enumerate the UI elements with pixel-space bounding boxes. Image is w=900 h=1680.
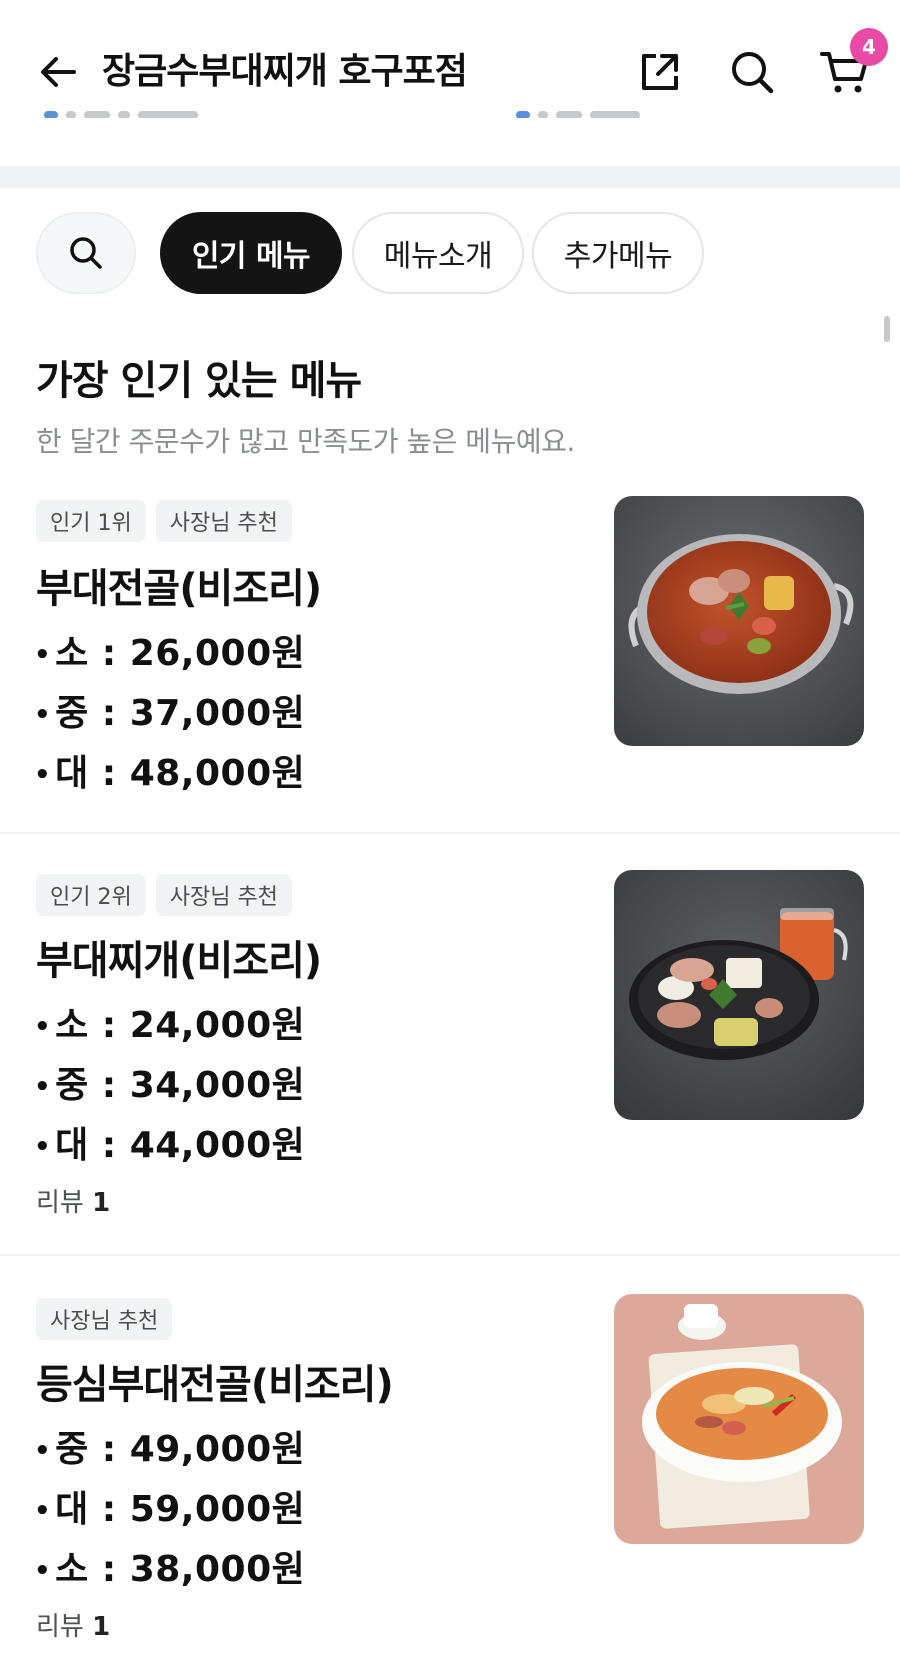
- back-button[interactable]: [30, 44, 86, 100]
- menu-item[interactable]: 인기 2위 사장님 추천 부대찌개(비조리) • 소 : 24,000원 • 중 :…: [0, 870, 900, 1250]
- section-divider: [0, 166, 900, 188]
- top-app-bar: 장금수부대찌개 호구포점 4: [0, 0, 900, 120]
- menu-item-name: 부대찌개(비조리): [36, 938, 322, 984]
- price-line: • 소 : 26,000원: [34, 624, 305, 676]
- tab-menu-intro[interactable]: 메뉴소개: [352, 212, 524, 294]
- search-icon: [732, 52, 774, 94]
- list-divider: [0, 832, 900, 834]
- price-line: • 소 : 38,000원: [34, 1540, 305, 1592]
- price-text: 소 : 26,000원: [55, 633, 306, 674]
- store-title: 장금수부대찌개 호구포점: [102, 51, 468, 92]
- search-icon: [70, 237, 102, 269]
- bullet-icon: •: [34, 760, 52, 790]
- owner-pick-badge: 사장님 추천: [155, 500, 292, 542]
- price-line: • 중 : 37,000원: [34, 684, 305, 736]
- section-subtitle: 한 달간 주문수가 많고 만족도가 높은 메뉴예요.: [36, 425, 575, 458]
- price-text: 대 : 44,000원: [55, 1125, 306, 1166]
- menu-item-photo[interactable]: [614, 1294, 864, 1544]
- price-text: 대 : 48,000원: [55, 753, 306, 794]
- tag-list: 인기 2위 사장님 추천: [36, 874, 292, 916]
- rank-badge: 인기 2위: [36, 874, 146, 916]
- menu-item-photo[interactable]: [614, 870, 864, 1120]
- price-text: 중 : 37,000원: [55, 693, 306, 734]
- sirloin-hot-pot-photo-icon: [614, 1294, 864, 1544]
- list-divider: [0, 1254, 900, 1256]
- review-number: 1: [92, 1188, 111, 1218]
- price-line: • 대 : 48,000원: [34, 744, 305, 796]
- owner-pick-badge: 사장님 추천: [155, 874, 292, 916]
- bullet-icon: •: [34, 1496, 52, 1526]
- bullet-icon: •: [34, 1012, 52, 1042]
- bullet-icon: •: [34, 700, 52, 730]
- bullet-icon: •: [34, 1556, 52, 1586]
- menu-item[interactable]: 인기 1위 사장님 추천 부대전골(비조리) • 소 : 26,000원 • 중 :…: [0, 496, 900, 830]
- menu-item-name: 등심부대전골(비조리): [36, 1362, 394, 1408]
- menu-item[interactable]: 사장님 추천 등심부대전골(비조리) • 중 : 49,000원 • 대 : 59,…: [0, 1294, 900, 1674]
- arrow-left-icon: [41, 57, 76, 87]
- price-text: 중 : 49,000원: [55, 1429, 306, 1470]
- menu-search-button[interactable]: [36, 212, 136, 294]
- tab-extra-menu[interactable]: 추가메뉴: [532, 212, 704, 294]
- stew-pan-photo-icon: [614, 870, 864, 1120]
- price-text: 소 : 24,000원: [55, 1005, 306, 1046]
- price-line: • 중 : 49,000원: [34, 1420, 305, 1472]
- review-count[interactable]: 리뷰 1: [36, 1182, 110, 1219]
- tag-list: 사장님 추천: [36, 1298, 173, 1340]
- tag-list: 인기 1위 사장님 추천: [36, 500, 292, 542]
- price-line: • 대 : 59,000원: [34, 1480, 305, 1532]
- search-button[interactable]: [724, 44, 780, 100]
- review-number: 1: [92, 1612, 111, 1642]
- owner-pick-badge: 사장님 추천: [36, 1298, 173, 1340]
- bullet-icon: •: [34, 1132, 52, 1162]
- scrollbar[interactable]: [884, 316, 890, 342]
- store-menu-screen: 장금수부대찌개 호구포점 4 인기 메뉴 메뉴소개 추가메뉴 가장 인기 있는 …: [0, 0, 900, 1680]
- hot-pot-photo-icon: [614, 496, 864, 746]
- menu-item-name: 부대전골(비조리): [36, 566, 322, 612]
- share-icon: [642, 54, 678, 90]
- bullet-icon: •: [34, 640, 52, 670]
- clipped-row: [44, 104, 284, 118]
- price-line: • 소 : 24,000원: [34, 996, 305, 1048]
- bullet-icon: •: [34, 1072, 52, 1102]
- bullet-icon: •: [34, 1436, 52, 1466]
- review-count[interactable]: 리뷰 1: [36, 1606, 110, 1643]
- tab-popular-menu[interactable]: 인기 메뉴: [160, 212, 342, 294]
- price-line: • 대 : 44,000원: [34, 1116, 305, 1168]
- price-text: 중 : 34,000원: [55, 1065, 306, 1106]
- share-button[interactable]: [632, 44, 688, 100]
- cart-count-badge: 4: [850, 28, 888, 66]
- price-text: 소 : 38,000원: [55, 1549, 306, 1590]
- menu-item-photo[interactable]: [614, 496, 864, 746]
- price-line: • 중 : 34,000원: [34, 1056, 305, 1108]
- section-title: 가장 인기 있는 메뉴: [36, 358, 362, 404]
- clipped-row: [516, 104, 706, 118]
- rank-badge: 인기 1위: [36, 500, 146, 542]
- review-label: 리뷰: [36, 1188, 84, 1218]
- review-label: 리뷰: [36, 1612, 84, 1642]
- price-text: 대 : 59,000원: [55, 1489, 306, 1530]
